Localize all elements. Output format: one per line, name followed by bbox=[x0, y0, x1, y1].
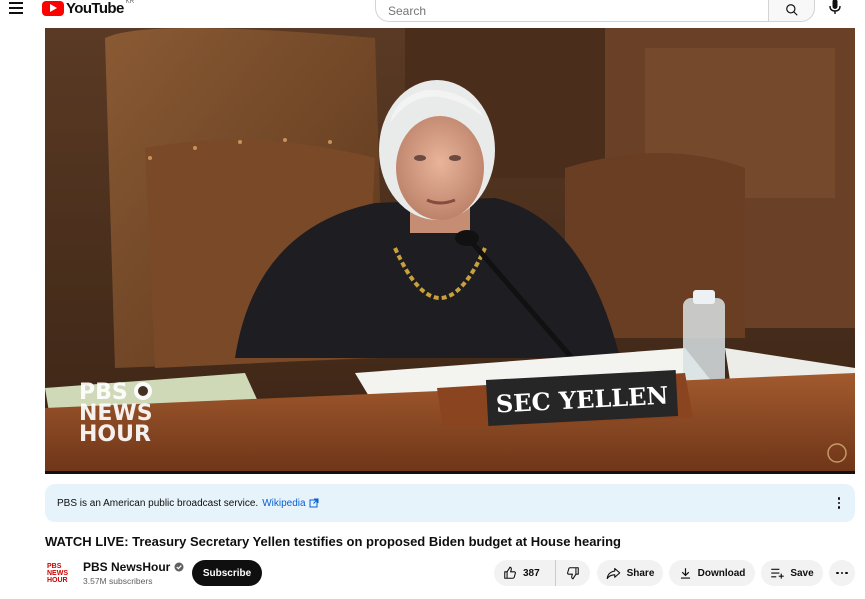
more-actions-button[interactable] bbox=[829, 560, 855, 586]
search-box bbox=[375, 0, 815, 22]
pbs-newshour-watermark: PBS NEWS HOUR bbox=[79, 380, 153, 447]
save-label: Save bbox=[790, 567, 814, 579]
like-count: 387 bbox=[523, 567, 540, 579]
external-link-icon bbox=[309, 498, 319, 508]
logo-country-code: KR bbox=[125, 0, 135, 5]
more-vert-icon bbox=[837, 497, 841, 500]
thumbs-down-icon bbox=[567, 567, 579, 580]
watermark-line-3: HOUR bbox=[79, 422, 151, 447]
share-label: Share bbox=[626, 567, 655, 579]
search-button[interactable] bbox=[768, 0, 815, 22]
video-title: WATCH LIVE: Treasury Secretary Yellen te… bbox=[45, 534, 621, 549]
info-panel: PBS is an American public broadcast serv… bbox=[45, 484, 855, 522]
video-player[interactable]: SEC YELLEN PBS NEWS HOUR bbox=[45, 28, 855, 474]
channel-avatar-line-2: NEWS bbox=[47, 569, 68, 577]
youtube-play-icon bbox=[42, 0, 64, 16]
share-button[interactable]: Share bbox=[597, 560, 663, 586]
search-input[interactable] bbox=[375, 0, 768, 22]
like-button[interactable]: 387 bbox=[494, 560, 556, 586]
progress-bar-track[interactable] bbox=[45, 471, 855, 474]
subscriber-count: 3.57M subscribers bbox=[83, 576, 153, 586]
channel-avatar-line-3: HOUR bbox=[47, 576, 68, 584]
channel-avatar-line-1: PBS bbox=[47, 562, 62, 570]
more-horiz-icon bbox=[836, 571, 839, 575]
download-label: Download bbox=[697, 567, 746, 579]
youtube-logo[interactable]: YouTube KR bbox=[42, 0, 135, 17]
wikipedia-link-label: Wikipedia bbox=[262, 497, 306, 509]
playlist-add-icon bbox=[771, 568, 785, 579]
download-button[interactable]: Download bbox=[669, 560, 755, 586]
channel-name: PBS NewsHour bbox=[83, 560, 171, 574]
search-icon bbox=[785, 4, 798, 16]
dislike-button[interactable] bbox=[556, 560, 590, 586]
menu-icon[interactable] bbox=[7, 0, 25, 16]
channel-avatar[interactable]: PBS NEWS HOUR bbox=[47, 561, 73, 585]
microphone-icon bbox=[829, 0, 841, 14]
channel-name-link[interactable]: PBS NewsHour bbox=[83, 560, 184, 574]
save-button[interactable]: Save bbox=[761, 560, 823, 586]
wikipedia-link[interactable]: Wikipedia bbox=[262, 497, 319, 509]
info-panel-text: PBS is an American public broadcast serv… bbox=[57, 497, 259, 509]
download-icon bbox=[680, 567, 690, 579]
masthead: YouTube KR bbox=[0, 0, 865, 24]
voice-search-button[interactable] bbox=[826, 0, 844, 16]
info-panel-more-button[interactable] bbox=[833, 496, 845, 510]
thumbs-up-icon bbox=[504, 566, 516, 579]
subscribe-button[interactable]: Subscribe bbox=[192, 560, 262, 586]
video-frame: SEC YELLEN PBS NEWS HOUR bbox=[45, 28, 855, 474]
verified-icon bbox=[174, 562, 184, 572]
share-icon bbox=[606, 567, 620, 579]
like-dislike-group: 387 bbox=[494, 560, 590, 586]
logo-text: YouTube bbox=[66, 0, 124, 17]
